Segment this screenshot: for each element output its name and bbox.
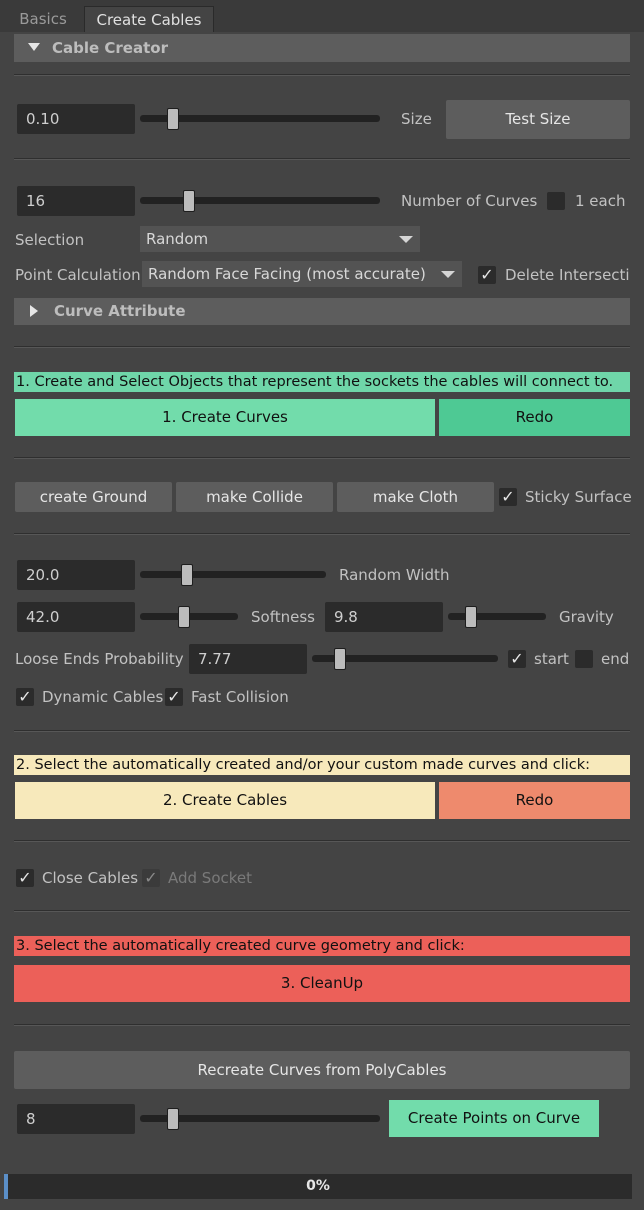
create-curves-button[interactable]: 1. Create Curves — [15, 399, 435, 436]
delete-intersecting-label: Delete Intersecting — [505, 266, 630, 284]
size-slider-handle[interactable] — [166, 108, 179, 130]
sticky-surface-checkbox[interactable]: ✓ — [499, 488, 517, 506]
points-slider-handle[interactable] — [166, 1108, 179, 1130]
point-calculation-dropdown[interactable]: Random Face Facing (most accurate) — [142, 261, 462, 287]
size-label: Size — [401, 110, 432, 128]
create-points-on-curve-button[interactable]: Create Points on Curve — [389, 1100, 599, 1137]
loose-ends-field[interactable]: 7.77 — [189, 644, 307, 674]
gravity-label: Gravity — [559, 608, 614, 626]
cable-creator-header[interactable]: Cable Creator — [14, 34, 630, 62]
dynamic-cables-checkbox[interactable]: ✓ — [16, 688, 34, 706]
fast-collision-checkbox[interactable]: ✓ — [165, 688, 183, 706]
cable-creator-title: Cable Creator — [52, 39, 168, 57]
step3-instruction: 3. Select the automatically created curv… — [14, 936, 630, 956]
end-checkbox[interactable] — [575, 650, 593, 668]
random-width-label: Random Width — [339, 566, 450, 584]
curves-slider[interactable] — [140, 197, 380, 204]
point-calculation-value: Random Face Facing (most accurate) — [148, 265, 426, 283]
random-width-slider-handle[interactable] — [180, 564, 193, 586]
one-each-label: 1 each — [575, 192, 626, 210]
separator — [14, 346, 630, 348]
recreate-curves-button[interactable]: Recreate Curves from PolyCables — [14, 1051, 630, 1089]
create-ground-button[interactable]: create Ground — [15, 482, 172, 512]
loose-ends-slider-handle[interactable] — [334, 648, 347, 670]
expand-arrow-icon — [30, 305, 38, 317]
tab-create-cables[interactable]: Create Cables — [84, 6, 214, 32]
progress-bar: 0% — [4, 1174, 632, 1199]
curve-attribute-title: Curve Attribute — [54, 302, 186, 320]
separator — [14, 158, 630, 160]
progress-text: 0% — [306, 1178, 330, 1194]
softness-field[interactable]: 42.0 — [17, 602, 135, 632]
cleanup-button[interactable]: 3. CleanUp — [14, 965, 630, 1002]
close-cables-checkbox[interactable]: ✓ — [16, 869, 34, 887]
end-label: end — [601, 650, 630, 668]
fast-collision-label: Fast Collision — [191, 688, 289, 706]
number-of-curves-label: Number of Curves — [401, 192, 538, 210]
dropdown-arrow-icon — [441, 271, 455, 278]
point-calculation-label: Point Calculation — [15, 266, 141, 284]
curves-count-field[interactable]: 16 — [17, 186, 135, 216]
separator — [14, 533, 630, 535]
create-cables-button[interactable]: 2. Create Cables — [15, 782, 435, 819]
add-socket-label: Add Socket — [168, 869, 253, 887]
start-label: start — [534, 650, 569, 668]
make-cloth-button[interactable]: make Cloth — [337, 482, 494, 512]
redo-cables-button[interactable]: Redo — [439, 782, 630, 819]
random-width-field[interactable]: 20.0 — [17, 560, 135, 590]
separator — [14, 74, 630, 76]
tab-basics[interactable]: Basics — [4, 6, 82, 32]
selection-dropdown[interactable]: Random — [140, 226, 420, 252]
separator — [14, 910, 630, 912]
points-count-field[interactable]: 8 — [17, 1104, 135, 1134]
step2-instruction: 2. Select the automatically created and/… — [14, 755, 630, 775]
curves-slider-handle[interactable] — [183, 190, 196, 212]
gravity-field[interactable]: 9.8 — [325, 602, 443, 632]
dropdown-arrow-icon — [399, 236, 413, 243]
separator — [14, 730, 630, 732]
step1-instruction: 1. Create and Select Objects that repres… — [14, 372, 630, 392]
sticky-surface-label: Sticky Surface — [525, 488, 632, 506]
separator — [14, 1024, 630, 1026]
delete-intersecting-checkbox[interactable]: ✓ — [478, 266, 496, 284]
softness-label: Softness — [251, 608, 315, 626]
close-cables-label: Close Cables — [42, 869, 139, 887]
selection-label: Selection — [15, 231, 85, 249]
redo-curves-button[interactable]: Redo — [439, 399, 630, 436]
collapse-arrow-icon — [28, 43, 40, 51]
curve-attribute-header[interactable]: Curve Attribute — [14, 298, 630, 325]
separator — [14, 840, 630, 842]
gravity-slider-handle[interactable] — [464, 606, 477, 628]
selection-value: Random — [146, 230, 209, 248]
one-each-checkbox[interactable] — [547, 192, 565, 210]
size-field[interactable]: 0.10 — [17, 104, 135, 134]
dynamic-cables-label: Dynamic Cables — [42, 688, 164, 706]
gravity-slider[interactable] — [448, 613, 546, 620]
loose-ends-label: Loose Ends Probability — [15, 650, 184, 668]
test-size-button[interactable]: Test Size — [446, 100, 630, 139]
separator — [14, 457, 630, 459]
make-collide-button[interactable]: make Collide — [176, 482, 333, 512]
softness-slider-handle[interactable] — [177, 606, 190, 628]
add-socket-checkbox[interactable]: ✓ — [142, 869, 160, 887]
tab-bar: Basics Create Cables — [0, 0, 644, 32]
start-checkbox[interactable]: ✓ — [508, 650, 526, 668]
random-width-slider[interactable] — [140, 571, 326, 578]
